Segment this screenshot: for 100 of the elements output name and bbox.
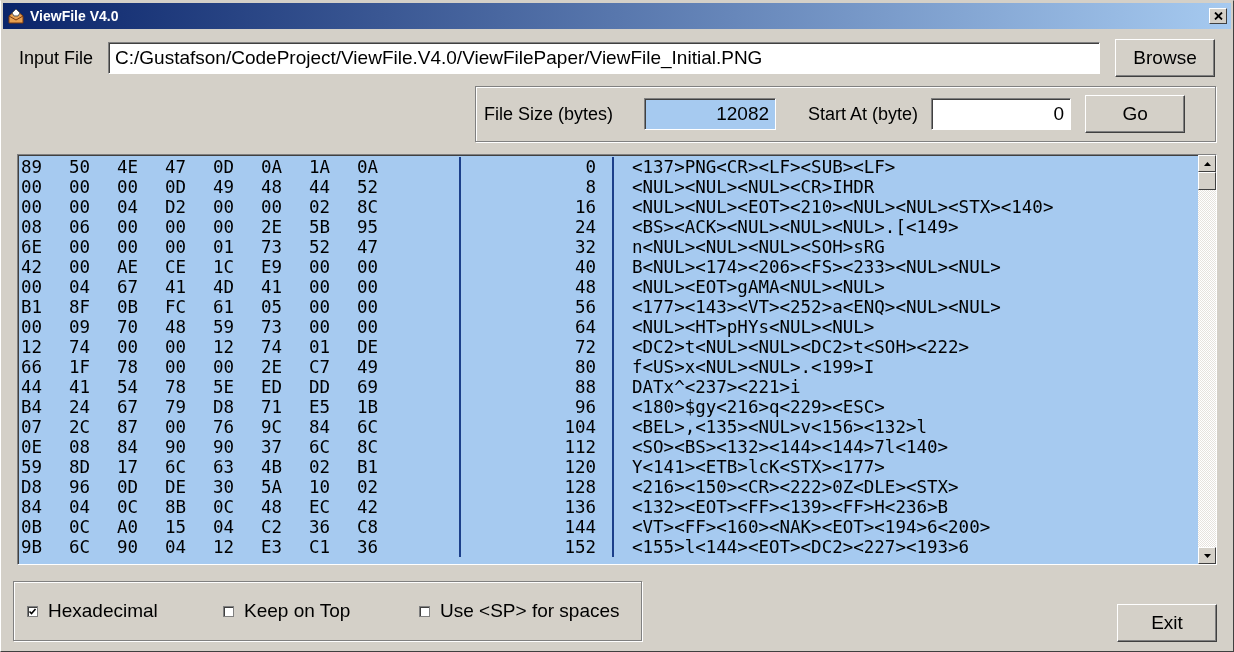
- vertical-scrollbar[interactable]: [1198, 155, 1216, 564]
- hex-byte: E5: [309, 397, 332, 417]
- hex-byte: 6C: [69, 537, 92, 557]
- hex-byte: 78: [117, 357, 140, 377]
- file-size-label: File Size (bytes): [484, 103, 614, 125]
- hex-byte: C8: [357, 517, 380, 537]
- hex-byte: C2: [261, 517, 284, 537]
- hex-byte: 30: [213, 477, 236, 497]
- hex-byte: 76: [213, 417, 236, 437]
- character-text: <BEL>,<135><NUL>v<156><132>l: [631, 417, 927, 437]
- checkbox-label[interactable]: Hexadecimal: [48, 600, 158, 622]
- hex-byte: 95: [357, 217, 380, 237]
- hex-byte: 63: [213, 457, 236, 477]
- window-title: ViewFile V4.0: [30, 8, 120, 24]
- up-arrow-icon: [1203, 161, 1211, 166]
- hex-byte: 36: [309, 517, 332, 537]
- start-at-label: Start At (byte): [808, 103, 919, 125]
- hex-byte: 12: [213, 337, 236, 357]
- scroll-down-button[interactable]: [1198, 547, 1216, 564]
- byte-offset: 56: [459, 297, 614, 317]
- hex-byte: 8D: [69, 457, 92, 477]
- character-text: <137>PNG<CR><LF><SUB><LF>: [631, 157, 896, 177]
- hex-byte: 8B: [165, 497, 188, 517]
- hex-byte: 00: [117, 337, 140, 357]
- hex-byte: 90: [117, 537, 140, 557]
- hex-byte: 44: [21, 377, 44, 397]
- hex-byte: 84: [117, 437, 140, 457]
- hex-byte: 5E: [213, 377, 236, 397]
- browse-button[interactable]: Browse: [1115, 39, 1216, 77]
- hex-byte: 84: [21, 497, 44, 517]
- hex-byte: 48: [261, 177, 284, 197]
- hex-byte: 04: [117, 197, 140, 217]
- checkbox-label[interactable]: Keep on Top: [244, 600, 351, 622]
- character-text: Y<141><ETB>lcK<STX><177>: [631, 457, 885, 477]
- hex-byte: 00: [309, 317, 332, 337]
- hex-byte: 08: [69, 437, 92, 457]
- input-file-field[interactable]: C:/Gustafson/CodeProject/ViewFile.V4.0/ViewFilePaper/ViewFile_Initial.PNG: [108, 42, 1101, 74]
- byte-offset: 104: [459, 417, 614, 437]
- hex-byte: 59: [213, 317, 236, 337]
- hex-byte: 00: [357, 297, 380, 317]
- hex-byte: 5B: [309, 217, 332, 237]
- hex-byte: 10: [309, 477, 332, 497]
- close-button[interactable]: [1209, 8, 1227, 24]
- byte-offset: 48: [459, 277, 614, 297]
- checkbox-label[interactable]: Use <SP> for spaces: [440, 600, 620, 622]
- hex-byte: 2C: [69, 417, 92, 437]
- hex-byte: 01: [213, 237, 236, 257]
- hex-byte: 4D: [213, 277, 236, 297]
- hex-byte: 04: [69, 497, 92, 517]
- exit-button[interactable]: Exit: [1117, 604, 1217, 642]
- hex-byte: 00: [165, 217, 188, 237]
- hex-byte: 01: [309, 337, 332, 357]
- byte-offset: 0: [459, 157, 614, 177]
- hex-byte: 2E: [261, 357, 284, 377]
- byte-offset: 136: [459, 497, 614, 517]
- hex-byte: DE: [357, 337, 380, 357]
- hex-byte: 73: [261, 317, 284, 337]
- hex-byte: 00: [357, 257, 380, 277]
- hex-byte: 00: [21, 317, 44, 337]
- hex-byte: 69: [357, 377, 380, 397]
- file-size-field[interactable]: 12082: [644, 98, 777, 130]
- hex-byte: 70: [117, 317, 140, 337]
- hex-byte: 1C: [213, 257, 236, 277]
- hex-byte: 37: [261, 437, 284, 457]
- scroll-thumb[interactable]: [1198, 172, 1216, 190]
- hex-byte: 1A: [309, 157, 332, 177]
- hex-byte: E9: [261, 257, 284, 277]
- scroll-up-button[interactable]: [1198, 155, 1216, 172]
- hex-byte: 90: [213, 437, 236, 457]
- checkbox[interactable]: [223, 605, 234, 617]
- character-text: <BS><ACK><NUL><NUL><NUL>.[<149>: [631, 217, 959, 237]
- go-button[interactable]: Go: [1085, 95, 1186, 133]
- hex-byte: 04: [213, 517, 236, 537]
- hex-byte: 00: [309, 277, 332, 297]
- byte-offset: 8: [459, 177, 614, 197]
- close-icon: [1213, 12, 1223, 20]
- down-arrow-icon: [1203, 553, 1211, 558]
- character-text: <DC2>t<NUL><NUL><DC2>t<SOH><222>: [631, 337, 970, 357]
- byte-offset: 80: [459, 357, 614, 377]
- hex-byte: 00: [165, 357, 188, 377]
- hex-byte: 00: [69, 197, 92, 217]
- hex-byte: FC: [165, 297, 188, 317]
- hex-byte: DD: [309, 377, 332, 397]
- hex-byte: 24: [69, 397, 92, 417]
- checkbox[interactable]: [419, 605, 430, 617]
- hex-byte: 6E: [21, 237, 44, 257]
- hex-byte: 08: [21, 217, 44, 237]
- hex-byte: 0A: [261, 157, 284, 177]
- start-at-field[interactable]: 0: [931, 98, 1072, 130]
- hex-byte: 52: [357, 177, 380, 197]
- hex-byte: 1B: [357, 397, 380, 417]
- checkbox[interactable]: [27, 605, 38, 617]
- hex-byte: 8F: [69, 297, 92, 317]
- hex-byte: 00: [117, 237, 140, 257]
- character-text: <NUL><NUL><NUL><CR>IHDR: [631, 177, 875, 197]
- byte-offset: 152: [459, 537, 614, 557]
- hex-byte: E3: [261, 537, 284, 557]
- hex-byte: 06: [69, 217, 92, 237]
- hex-byte: 48: [261, 497, 284, 517]
- character-text: <180>$gy<216>q<229><ESC>: [631, 397, 885, 417]
